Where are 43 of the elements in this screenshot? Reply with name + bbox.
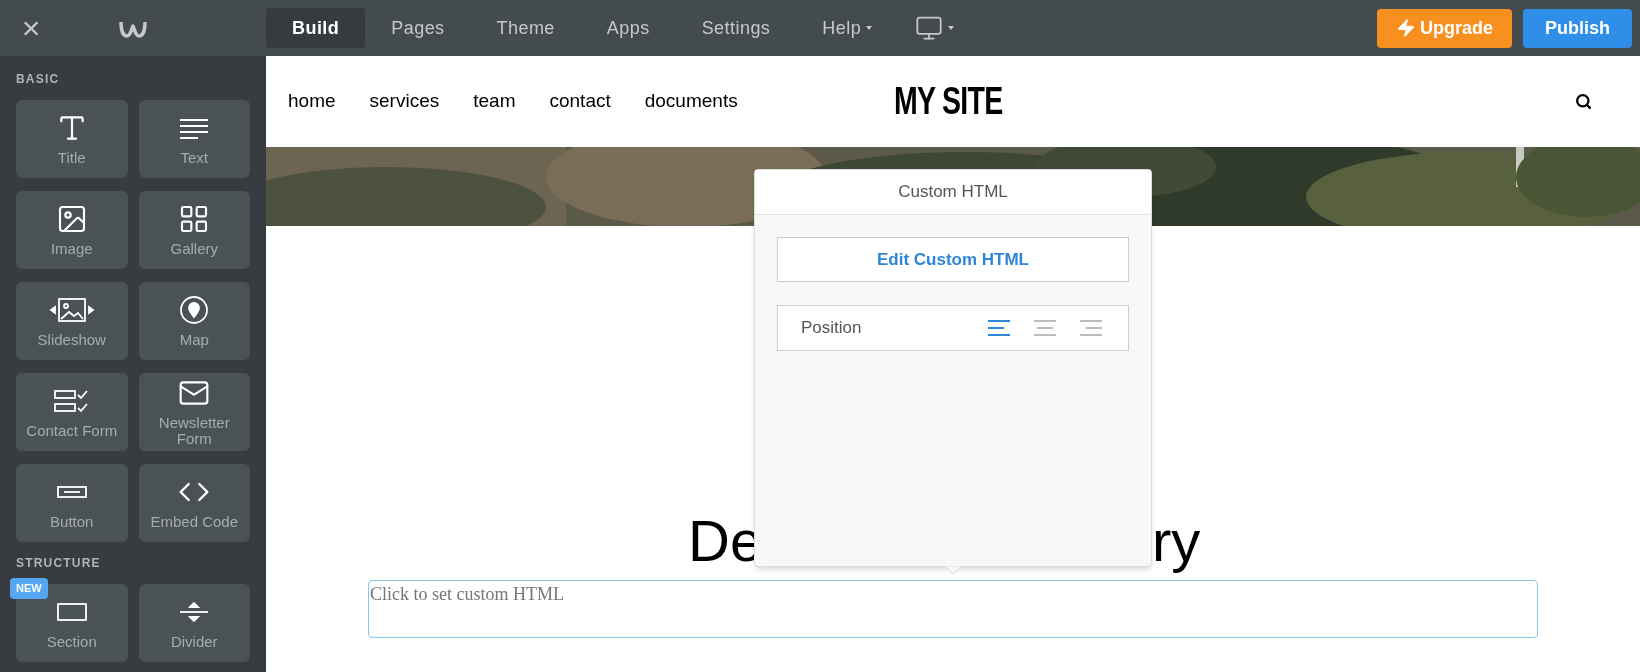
element-tile[interactable]: Image (16, 191, 128, 269)
align-center-icon (1032, 317, 1058, 339)
site-nav-link[interactable]: home (288, 87, 336, 116)
element-tile[interactable]: Gallery (138, 191, 250, 269)
caret-icon (865, 24, 874, 32)
position-label: Position (801, 317, 862, 340)
popup-title: Custom HTML (755, 170, 1151, 215)
nav-tab[interactable]: Pages (365, 8, 471, 48)
element-tile[interactable]: Embed Code (138, 464, 250, 542)
site-nav-link[interactable]: services (369, 87, 440, 116)
nav-tab[interactable]: Build (266, 8, 366, 48)
align-right-icon (1078, 317, 1104, 339)
nav-tab[interactable]: Apps (580, 8, 676, 48)
site-nav-link[interactable]: contact (549, 87, 611, 116)
lightning-icon (1396, 18, 1416, 38)
element-tile[interactable]: Text (138, 100, 250, 178)
element-tile[interactable]: Map (138, 282, 250, 360)
monitor-icon (915, 14, 944, 42)
element-tile[interactable]: Title (16, 100, 128, 178)
align-left-icon (986, 317, 1012, 339)
publish-button[interactable]: Publish (1523, 8, 1632, 48)
element-tile[interactable]: Button (16, 464, 128, 542)
map-pin-icon (178, 294, 211, 326)
element-tile[interactable]: Contact Form (16, 373, 128, 451)
section-heading: STRUCTURE (16, 555, 102, 572)
custom-html-field[interactable]: Click to set custom HTML (368, 580, 1538, 638)
site-nav-link[interactable]: documents (644, 87, 738, 116)
site-nav-link[interactable]: team (473, 87, 516, 116)
element-tile[interactable]: Newsletter Form (138, 373, 250, 451)
site-logo: MY SITE (894, 79, 1003, 124)
device-preview-button[interactable] (915, 14, 956, 42)
caret-icon (947, 24, 956, 32)
section-heading: BASIC (16, 71, 61, 88)
new-badge: NEW (10, 578, 48, 599)
nav-tab[interactable]: Settings (675, 8, 797, 48)
upgrade-button[interactable]: Upgrade (1377, 8, 1512, 48)
nav-tab[interactable]: Help (796, 8, 900, 48)
edit-custom-html-button[interactable]: Edit Custom HTML (777, 237, 1129, 282)
element-tile[interactable]: Slideshow (16, 282, 128, 360)
element-tile[interactable]: Divider (138, 584, 250, 662)
nav-tab[interactable]: Theme (470, 8, 581, 48)
search-icon[interactable] (1575, 93, 1592, 110)
close-button[interactable]: × (0, 12, 62, 44)
